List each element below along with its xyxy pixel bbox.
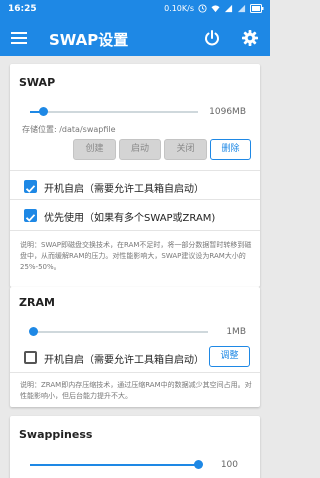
swap-autostart-checkbox[interactable]: 开机自启（需要允许工具箱自启动） xyxy=(24,180,254,195)
checkmark-icon xyxy=(25,214,36,222)
slider-thumb[interactable] xyxy=(193,460,203,469)
zram-card: ZRAM 1MB 开机自启（需要允许工具箱自启动） 调整 说明：ZRAM即内存压… xyxy=(10,287,260,407)
swap-card: SWAP 1096MB 存储位置: /data/swapfile 创建 启动 关… xyxy=(10,64,260,287)
delete-button[interactable]: 删除 xyxy=(210,139,251,160)
wifi-icon xyxy=(211,5,220,13)
swappiness-slider[interactable] xyxy=(30,460,203,470)
zram-size-value: 1MB xyxy=(226,327,246,337)
swappiness-value: 100 xyxy=(220,460,238,470)
signal-icon xyxy=(237,4,246,13)
net-speed: 0.10K/s xyxy=(164,4,194,13)
divider xyxy=(10,170,260,171)
checkbox-label: 开机自启（需要允许工具箱自启动） xyxy=(44,355,204,366)
create-button[interactable]: 创建 xyxy=(73,139,116,160)
swap-note: 说明：SWAP即磁盘交换技术，在RAM不足时，将一部分数据暂时转移到磁盘中，从而… xyxy=(20,241,252,271)
swap-title: SWAP xyxy=(19,76,56,89)
menu-icon[interactable] xyxy=(10,29,28,47)
adjust-button[interactable]: 调整 xyxy=(209,346,250,367)
status-time: 16:25 xyxy=(8,4,37,14)
swap-size-slider[interactable] xyxy=(30,107,198,117)
checkbox-unchecked[interactable] xyxy=(24,351,37,364)
slider-track xyxy=(30,111,198,113)
slider-thumb[interactable] xyxy=(29,327,39,336)
swap-priority-checkbox[interactable]: 优先使用（如果有多个SWAP或ZRAM) xyxy=(24,209,254,224)
gear-icon[interactable] xyxy=(241,29,259,47)
page-title: SWAP设置 xyxy=(49,31,129,49)
slider-thumb[interactable] xyxy=(38,107,48,116)
zram-size-slider[interactable] xyxy=(29,327,208,337)
slider-fill xyxy=(30,464,198,466)
checkbox-label: 优先使用（如果有多个SWAP或ZRAM) xyxy=(44,213,216,224)
app-bar: SWAP设置 xyxy=(0,20,270,56)
battery-icon xyxy=(250,4,264,13)
slider-track xyxy=(30,331,208,333)
zram-title: ZRAM xyxy=(19,296,55,309)
stop-button[interactable]: 关闭 xyxy=(164,139,207,160)
checkbox-checked[interactable] xyxy=(24,180,37,193)
swap-path-label: 存储位置: /data/swapfile xyxy=(22,125,116,134)
start-button[interactable]: 启动 xyxy=(119,139,161,160)
power-icon[interactable] xyxy=(203,29,221,47)
divider xyxy=(10,230,260,231)
swap-size-value: 1096MB xyxy=(209,107,246,117)
divider xyxy=(10,372,260,373)
divider xyxy=(10,199,260,200)
zram-note: 说明：ZRAM即内存压缩技术，通过压缩RAM中的数据减少其空间占用。对性能影响小… xyxy=(20,381,252,400)
status-icons: 0.10K/s xyxy=(164,4,264,13)
checkmark-icon xyxy=(25,185,36,193)
swappiness-card: Swappiness 100 xyxy=(10,416,260,478)
zram-autostart-checkbox[interactable]: 开机自启（需要允许工具箱自启动） xyxy=(24,351,214,366)
clock-icon xyxy=(198,4,207,13)
checkbox-checked[interactable] xyxy=(24,209,37,222)
status-bar: 16:25 0.10K/s xyxy=(0,0,270,20)
checkbox-label: 开机自启（需要允许工具箱自启动） xyxy=(44,184,204,195)
swappiness-title: Swappiness xyxy=(19,428,93,441)
signal-icon xyxy=(224,4,233,13)
